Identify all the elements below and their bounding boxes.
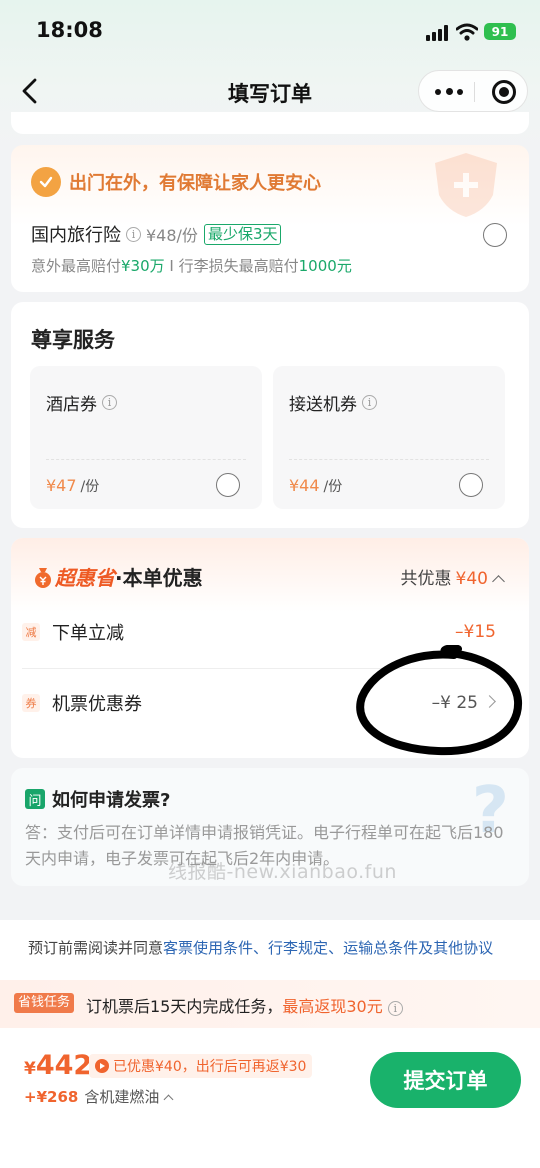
saved-text: 已优惠¥40，出行后可再返¥30 [113, 1059, 307, 1075]
money-bag-icon [35, 567, 51, 588]
discount-brand: 超惠省 ·本单优惠 [33, 562, 203, 591]
more-icon[interactable] [435, 81, 463, 101]
agreement-prefix: 预订前需阅读并同意 [28, 939, 164, 957]
insurance-coverage: 意外最高赔付¥30万 I 行李损失最高赔付1000元 [31, 255, 352, 276]
previous-card-edge [11, 112, 529, 134]
fuel-fee-toggle[interactable]: +¥268 含机建燃油 [24, 1086, 174, 1107]
transport-terms-link[interactable]: 运输总条件及其他协议 [343, 939, 493, 957]
coverage-accident-amount: ¥30万 [121, 257, 165, 275]
airport-transfer-radio[interactable] [459, 473, 483, 497]
divider [22, 668, 496, 669]
agreement-text: 预订前需阅读并同意客票使用条件、行李规定、运输总条件及其他协议 [28, 937, 493, 958]
insurance-price: ¥48/份 [146, 226, 198, 245]
discount-brand-name: 超惠省 [55, 566, 115, 590]
agreement-separator: 、 [328, 939, 344, 957]
insurance-radio[interactable] [483, 223, 507, 247]
airport-transfer-price: ¥44 [289, 476, 320, 495]
hotel-voucher-option[interactable]: 酒店券 i ¥47/份 [30, 366, 262, 509]
agreement-separator: 、 [253, 939, 269, 957]
info-icon[interactable]: i [362, 395, 377, 410]
bottom-bar: ¥442 已优惠¥40，出行后可再返¥30 +¥268 含机建燃油 提交订单 [0, 1028, 540, 1168]
status-time: 18:08 [36, 18, 103, 42]
battery-level: 91 [491, 24, 509, 39]
premium-title: 尊享服务 [31, 328, 115, 352]
invoice-header: 问 如何申请发票? [25, 786, 170, 812]
total-price: ¥442 [24, 1050, 92, 1081]
play-icon [95, 1059, 109, 1073]
discount-row-coupon[interactable]: 券 机票优惠券 –¥ 25 [22, 683, 496, 723]
insurance-slogan: 出门在外，有保障让家人更安心 [69, 173, 321, 194]
task-description: 订机票后15天内完成任务， [86, 997, 283, 1016]
airport-transfer-unit: /份 [323, 479, 343, 495]
airport-transfer-name: 接送机券 [289, 395, 357, 415]
close-miniprogram-icon[interactable] [492, 80, 516, 104]
chevron-right-icon [483, 695, 496, 708]
luggage-rules-link[interactable]: 行李规定 [268, 939, 328, 957]
shield-decoration-icon [435, 153, 497, 217]
ticket-conditions-link[interactable]: 客票使用条件 [163, 939, 253, 957]
discount-total-toggle[interactable]: 共优惠 ¥40 [400, 564, 505, 589]
fuel-label: 含机建燃油 [84, 1088, 160, 1106]
agreement-bar: 预订前需阅读并同意客票使用条件、行李规定、运输总条件及其他协议 [0, 920, 540, 980]
battery-icon: 91 [484, 23, 516, 40]
coupon-value: –¥ 25 [431, 693, 478, 713]
premium-services-card: 尊享服务 酒店券 i ¥47/份 接送机券 i ¥44/份 [11, 302, 529, 528]
insurance-product-row: 国内旅行险 i ¥48/份 最少保3天 [31, 221, 282, 247]
coverage-accident-label: 意外最高赔付 [31, 257, 122, 275]
signal-icon [426, 25, 452, 41]
hotel-voucher-unit: /份 [80, 479, 100, 495]
wifi-icon [456, 23, 478, 41]
mini-program-capsule [418, 70, 528, 112]
question-badge: 问 [25, 789, 45, 809]
currency-symbol: ¥ [24, 1059, 36, 1079]
chevron-up-icon [163, 1094, 174, 1105]
total-amount: 442 [35, 1050, 93, 1081]
shield-check-icon [31, 167, 61, 197]
nav-bar: 填写订单 [0, 66, 540, 116]
discount-header: 超惠省 ·本单优惠 共优惠 ¥40 [11, 538, 529, 612]
task-text: 订机票后15天内完成任务，最高返现30元 i [86, 993, 408, 1017]
discount-total-label: 共优惠 [400, 569, 452, 589]
invoice-title: 如何申请发票? [52, 790, 171, 811]
discount-value: –¥15 [455, 622, 496, 642]
hotel-voucher-price: ¥47 [46, 476, 77, 495]
info-icon[interactable]: i [387, 1001, 403, 1016]
insurance-name: 国内旅行险 [31, 225, 121, 246]
discount-row-instant: 减 下单立减 –¥15 [22, 612, 496, 652]
task-badge: 省钱任务 [14, 993, 75, 1013]
info-icon[interactable]: i [102, 395, 117, 410]
watermark: 线报酷-new.xianbao.fun [168, 861, 397, 883]
airport-transfer-option[interactable]: 接送机券 i ¥44/份 [273, 366, 505, 509]
insurance-min-days-tag: 最少保3天 [203, 223, 282, 245]
status-bar: 18:08 91 [0, 0, 540, 62]
submit-order-button[interactable]: 提交订单 [370, 1052, 521, 1108]
discount-badge: 减 [22, 623, 40, 641]
discount-label: 机票优惠券 [52, 694, 142, 715]
hotel-voucher-radio[interactable] [216, 473, 240, 497]
chevron-up-icon [492, 575, 505, 588]
fuel-amount: +¥268 [24, 1088, 79, 1106]
discount-badge: 券 [22, 694, 40, 712]
task-highlight: 最高返现30元 [282, 997, 383, 1016]
insurance-card: 出门在外，有保障让家人更安心 国内旅行险 i ¥48/份 最少保3天 意外最高赔… [11, 145, 529, 292]
coverage-luggage-label: 行李损失最高赔付 [178, 257, 299, 275]
saved-tag: 已优惠¥40，出行后可再返¥30 [89, 1054, 313, 1078]
insurance-header: 出门在外，有保障让家人更安心 [31, 167, 321, 197]
coverage-luggage-amount: 1000元 [298, 257, 352, 275]
discount-title: ·本单优惠 [115, 566, 203, 590]
discount-total-amount: ¥40 [455, 569, 488, 589]
coverage-separator: I [164, 257, 179, 275]
info-icon[interactable]: i [126, 226, 141, 242]
cashback-task-banner[interactable]: 省钱任务 订机票后15天内完成任务，最高返现30元 i [0, 980, 540, 1028]
discount-label: 下单立减 [52, 623, 124, 644]
hotel-voucher-name: 酒店券 [46, 395, 97, 415]
